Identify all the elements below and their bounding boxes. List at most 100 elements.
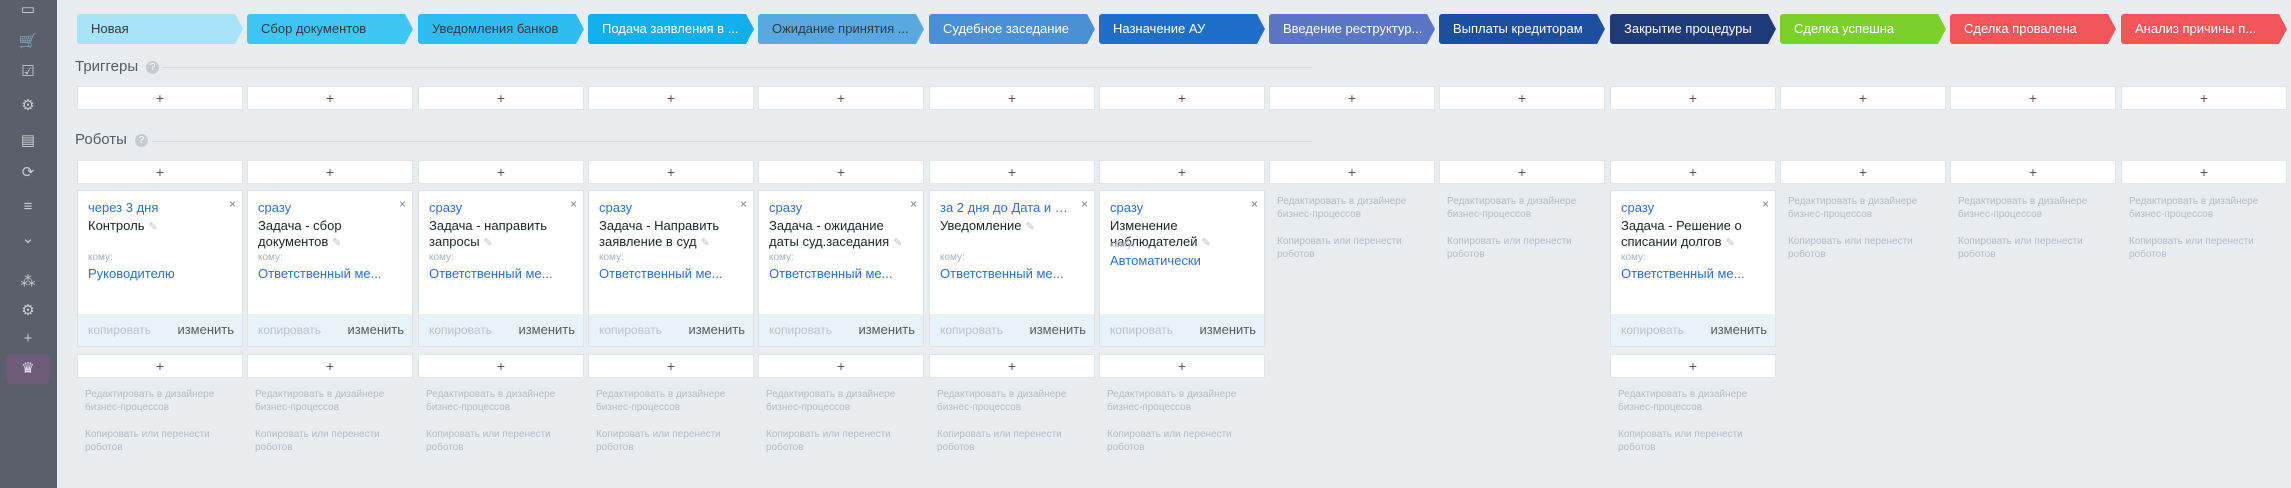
robot-card[interactable]: × сразу Задача - сбор документов ✎ кому: Отве… [247,190,413,347]
stage-tab[interactable]: Назначение АУ [1099,14,1265,44]
add-trigger-button[interactable]: + [1099,86,1265,110]
add-robot-button[interactable]: + [1099,160,1265,184]
add-robot-button[interactable]: + [1950,160,2116,184]
checklist-icon[interactable]: ☑ [18,62,38,82]
robot-responsible-link[interactable]: Ответственный ме... [429,266,575,281]
stage-tab[interactable]: Закрытие процедуры [1610,14,1776,44]
add-robot-button[interactable]: + [1610,354,1776,378]
chevron-down-icon[interactable]: ⌄ [18,229,38,249]
add-robot-button[interactable]: + [758,160,924,184]
crown-icon[interactable]: ♛ [6,354,50,384]
stage-tab[interactable]: Введение реструктур... [1269,14,1435,44]
add-trigger-button[interactable]: + [2121,86,2287,110]
database-icon[interactable]: ≡ [18,197,38,217]
add-robot-button[interactable]: + [247,354,413,378]
sitemap-icon[interactable]: ⁂ [18,272,38,292]
robot-responsible-link[interactable]: Автоматически [1110,253,1256,268]
robot-card[interactable]: × сразу Задача - Направить заявление в суд… [588,190,754,347]
robot-delay-link[interactable]: сразу [1621,200,1753,215]
copy-robot-link[interactable]: копировать [429,323,492,337]
robot-delay-link[interactable]: сразу [258,200,390,215]
add-robot-button[interactable]: + [418,160,584,184]
robot-delay-link[interactable]: через 3 дня [88,200,220,215]
robot-card[interactable]: × через 3 дня Контроль ✎ кому: Руководителю ко… [77,190,243,347]
pencil-icon[interactable]: ✎ [701,237,710,249]
robot-responsible-link[interactable]: Руководителю [88,266,234,281]
copy-robot-link[interactable]: копировать [769,323,832,337]
stage-tab[interactable]: Судебное заседание [929,14,1095,44]
copy-robot-link[interactable]: копировать [88,323,151,337]
add-trigger-button[interactable]: + [247,86,413,110]
add-robot-button[interactable]: + [1780,160,1946,184]
copy-robot-link[interactable]: копировать [1621,323,1684,337]
close-icon[interactable]: × [1251,197,1258,211]
edit-robot-link[interactable]: изменить [518,322,575,337]
add-robot-button[interactable]: + [418,354,584,378]
pencil-icon[interactable]: ✎ [1202,237,1211,249]
pencil-icon[interactable]: ✎ [148,221,157,233]
close-icon[interactable]: × [1762,197,1769,211]
add-robot-button[interactable]: + [1610,160,1776,184]
pencil-icon[interactable]: ✎ [484,237,493,249]
copy-robot-link[interactable]: копировать [599,323,662,337]
add-robot-button[interactable]: + [77,354,243,378]
add-robot-button[interactable]: + [929,354,1095,378]
copy-robot-link[interactable]: копировать [258,323,321,337]
robot-card[interactable]: × сразу Задача - направить запросы ✎ кому: От… [418,190,584,347]
copy-robot-link[interactable]: копировать [1110,323,1173,337]
stage-tab[interactable]: Уведомления банков [418,14,584,44]
add-robot-button[interactable]: + [588,160,754,184]
close-icon[interactable]: × [399,197,406,211]
robot-delay-link[interactable]: сразу [429,200,561,215]
robot-delay-link[interactable]: сразу [599,200,731,215]
window-icon[interactable]: ▭ [18,0,38,20]
sync-icon[interactable]: ⟳ [18,163,38,183]
robot-card[interactable]: × сразу Задача - ожидание даты суд.заседан… [758,190,924,347]
cart-icon[interactable]: 🛒 [18,32,38,52]
add-robot-button[interactable]: + [1439,160,1605,184]
add-trigger-button[interactable]: + [929,86,1095,110]
edit-robot-link[interactable]: изменить [688,322,745,337]
robot-card[interactable]: × сразу Задача - Решение о списании долгов… [1610,190,1776,347]
add-robot-button[interactable]: + [929,160,1095,184]
add-trigger-button[interactable]: + [1610,86,1776,110]
contacts-icon[interactable]: ▤ [18,131,38,151]
help-icon[interactable]: ? [134,134,148,147]
stage-tab[interactable]: Подача заявления в ... [588,14,754,44]
pencil-icon[interactable]: ✎ [332,237,341,249]
add-robot-button[interactable]: + [1099,354,1265,378]
edit-robot-link[interactable]: изменить [858,322,915,337]
stage-tab[interactable]: Ожидание принятия ... [758,14,924,44]
robot-responsible-link[interactable]: Ответственный ме... [1621,266,1767,281]
close-icon[interactable]: × [910,197,917,211]
stage-tab[interactable]: Сделка провалена [1950,14,2116,44]
robot-delay-link[interactable]: сразу [769,200,901,215]
robot-delay-link[interactable]: сразу [1110,200,1242,215]
help-icon[interactable]: ? [146,61,160,74]
robot-delay-link[interactable]: за 2 дня до Дата и в... [940,200,1072,215]
stage-tab[interactable]: Сделка успешна [1780,14,1946,44]
edit-robot-link[interactable]: изменить [1710,322,1767,337]
robot-responsible-link[interactable]: Ответственный ме... [599,266,745,281]
gear-icon[interactable]: ⚙ [18,301,38,321]
add-trigger-button[interactable]: + [418,86,584,110]
edit-robot-link[interactable]: изменить [347,322,404,337]
close-icon[interactable]: × [1081,197,1088,211]
close-icon[interactable]: × [570,197,577,211]
edit-robot-link[interactable]: изменить [177,322,234,337]
robot-responsible-link[interactable]: Ответственный ме... [258,266,404,281]
add-trigger-button[interactable]: + [588,86,754,110]
pencil-icon[interactable]: ✎ [1025,221,1034,233]
stage-tab[interactable]: Новая [77,14,243,44]
add-robot-button[interactable]: + [77,160,243,184]
pencil-icon[interactable]: ✎ [893,237,902,249]
stage-tab[interactable]: Сбор документов [247,14,413,44]
edit-robot-link[interactable]: изменить [1029,322,1086,337]
close-icon[interactable]: × [740,197,747,211]
automation-icon[interactable]: ⚙ [18,96,38,116]
plus-icon[interactable]: + [18,329,38,349]
add-robot-button[interactable]: + [758,354,924,378]
add-robot-button[interactable]: + [1269,160,1435,184]
stage-tab[interactable]: Анализ причины п... [2121,14,2287,44]
add-robot-button[interactable]: + [247,160,413,184]
